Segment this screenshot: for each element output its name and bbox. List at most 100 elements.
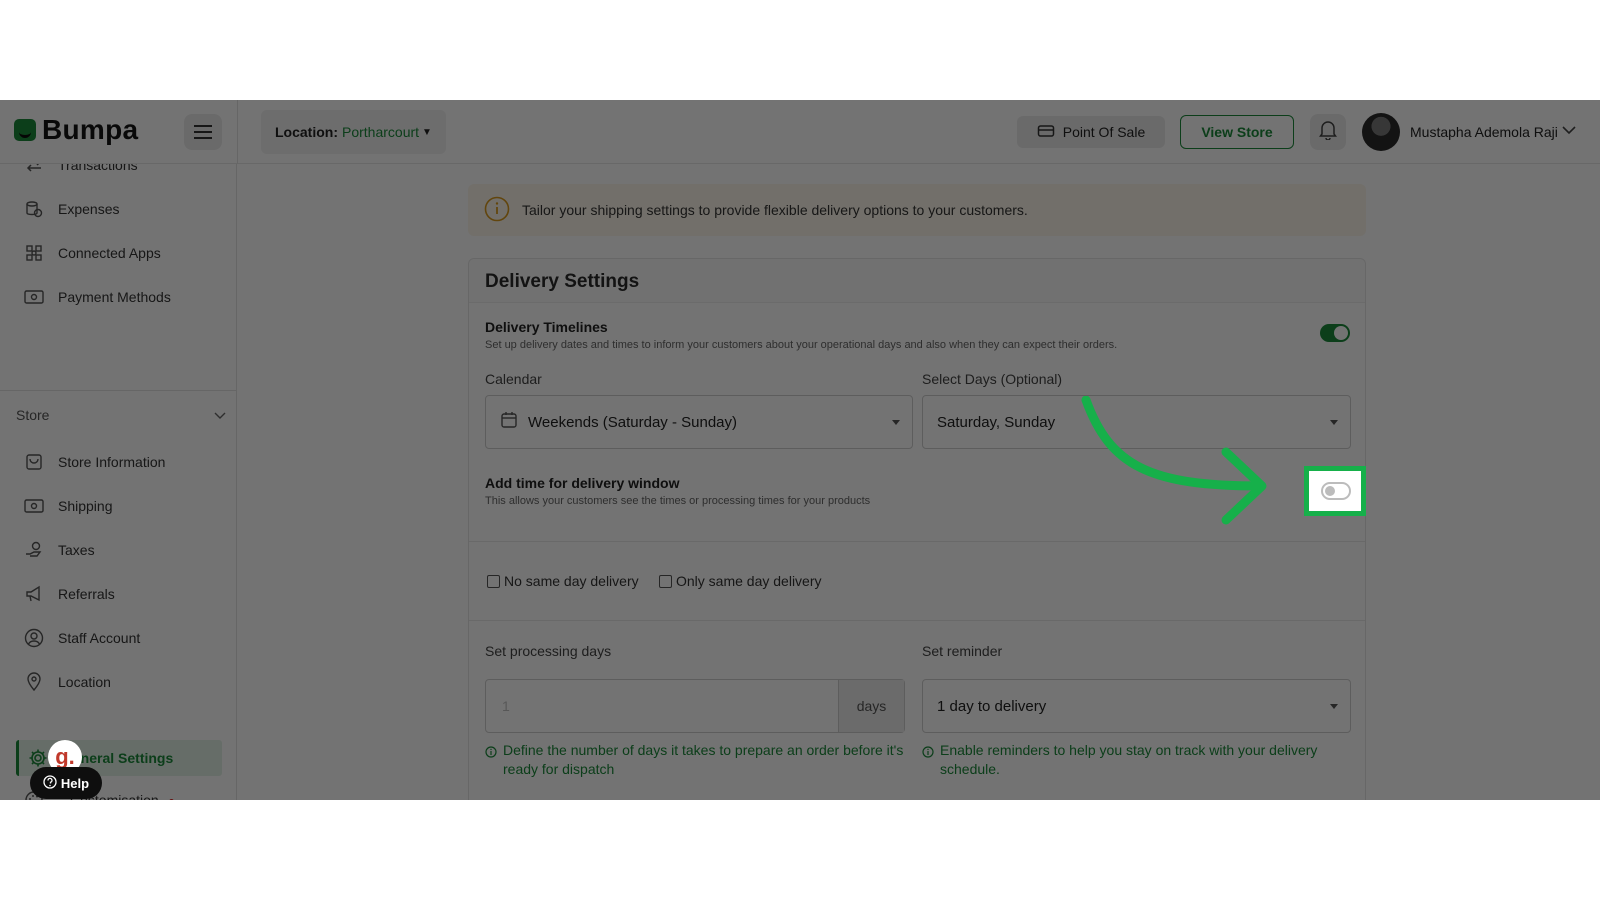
caret-down-icon: ▼ [422,126,432,138]
processing-hint: Define the number of days it takes to pr… [485,741,905,779]
bell-icon [1319,120,1337,145]
info-banner: Tailor your shipping settings to provide… [468,184,1366,236]
calendar-select[interactable]: Weekends (Saturday - Sunday) [485,395,913,449]
guide-arrow-icon [1080,395,1280,541]
coins-icon [24,199,44,219]
sidebar-item-shipping[interactable]: Shipping [24,490,113,522]
delivery-window-toggle-highlight[interactable] [1304,466,1366,516]
sidebar-item-label: Expenses [58,201,120,217]
reminder-hint-text: Enable reminders to help you stay on tra… [940,742,1318,777]
sidebar-item-expenses[interactable]: Expenses [24,193,119,225]
sidebar-item-payment-methods[interactable]: Payment Methods [24,281,171,313]
sidebar-item-transactions[interactable]: Transactions [24,164,138,181]
pos-icon [1037,123,1055,142]
delivery-window-title: Add time for delivery window [485,475,680,491]
location-value: Portharcourt [342,124,420,140]
delivery-timelines-toggle[interactable] [1320,324,1350,342]
hamburger-menu-button[interactable] [184,114,222,150]
view-store-button[interactable]: View Store [1180,115,1294,149]
reminder-value: 1 day to delivery [937,697,1047,715]
processing-hint-text: Define the number of days it takes to pr… [503,742,904,777]
top-bar: Bumpa Location: Portharcourt ▼ Point Of … [0,100,1600,164]
help-button[interactable]: Help [30,767,102,799]
menu-line [194,131,212,133]
gear-icon [28,748,48,768]
caret-down-icon [1330,704,1338,709]
logo-mark-icon [14,119,36,141]
menu-line [194,125,212,127]
store-section-label: Store [16,407,50,423]
shipping-icon [24,496,44,516]
help-label: Help [60,775,90,791]
select-days-label: Select Days (Optional) [922,371,1063,387]
days-suffix: days [838,680,904,732]
sidebar-item-label: Payment Methods [58,289,171,305]
banner-text: Tailor your shipping settings to provide… [522,202,1028,218]
only-same-day-checkbox[interactable]: Only same day delivery [659,573,822,589]
notification-dot [168,798,174,800]
delivery-timelines-desc: Set up delivery dates and times to infor… [485,339,1118,351]
money-icon [24,287,44,307]
info-circle-icon [485,744,497,779]
delivery-timelines-title: Delivery Timelines [485,319,608,335]
set-reminder-label: Set reminder [922,643,1003,659]
main-content: Tailor your shipping settings to provide… [238,164,1600,800]
sidebar: Transactions Expenses Connected Apps Pay… [0,164,237,800]
card-divider [469,541,1365,542]
sidebar-item-connected-apps[interactable]: Connected Apps [24,237,161,269]
sidebar-item-location[interactable]: Location [24,666,111,698]
avatar[interactable] [1362,113,1400,151]
bumpa-logo[interactable]: Bumpa [14,114,138,146]
sidebar-item-label: Location [58,674,111,690]
sidebar-item-label: Store Information [58,454,166,470]
sidebar-item-staff-account[interactable]: Staff Account [24,622,140,654]
set-reminder-dropdown[interactable]: 1 day to delivery [922,679,1351,733]
info-icon [484,196,510,225]
sidebar-divider [0,390,236,391]
caret-down-icon [1330,420,1338,425]
sidebar-item-label: Transactions [58,164,138,173]
location-selector[interactable]: Location: Portharcourt ▼ [261,110,446,154]
app-screen: Bumpa Location: Portharcourt ▼ Point Of … [0,100,1600,800]
question-icon [43,774,57,792]
sidebar-item-label: Taxes [58,542,95,558]
card-divider [469,620,1365,621]
arrows-icon [24,164,44,175]
card-title: Delivery Settings [469,259,1365,303]
no-same-day-checkbox[interactable]: No same day delivery [487,573,639,589]
caret-down-icon [892,420,900,425]
select-days-value: Saturday, Sunday [937,413,1056,431]
chevron-down-icon [214,407,226,423]
checkbox-box [659,574,672,588]
user-icon [24,628,44,648]
store-icon [24,452,44,472]
processing-days-input[interactable]: 1 days [485,679,905,733]
calendar-icon [500,411,518,433]
point-of-sale-button[interactable]: Point Of Sale [1017,116,1165,148]
user-name[interactable]: Mustapha Ademola Raji [1410,124,1558,140]
pos-label: Point Of Sale [1062,124,1146,140]
calendar-value: Weekends (Saturday - Sunday) [528,413,737,431]
checkbox-label: No same day delivery [504,573,639,589]
logo-text: Bumpa [42,114,139,145]
megaphone-icon [24,584,44,604]
menu-line [194,137,212,139]
delivery-window-toggle[interactable] [1321,482,1351,500]
topbar-divider [237,100,238,164]
notifications-button[interactable] [1310,114,1346,150]
sidebar-item-referrals[interactable]: Referrals [24,578,115,610]
sidebar-item-store-information[interactable]: Store Information [24,446,165,478]
checkbox-label: Only same day delivery [676,573,822,589]
apps-icon [24,243,44,263]
sidebar-item-label: Referrals [58,586,115,602]
pin-icon [24,672,44,692]
processing-days-label: Set processing days [485,643,612,659]
info-circle-icon [922,744,934,779]
sidebar-item-label: Shipping [58,498,113,514]
sidebar-item-taxes[interactable]: Taxes [24,534,95,566]
store-section-header[interactable]: Store [16,402,226,428]
sidebar-item-label: Connected Apps [58,245,161,261]
chevron-down-icon[interactable] [1562,122,1576,140]
calendar-label: Calendar [485,371,542,387]
sidebar-item-label: Staff Account [58,630,141,646]
